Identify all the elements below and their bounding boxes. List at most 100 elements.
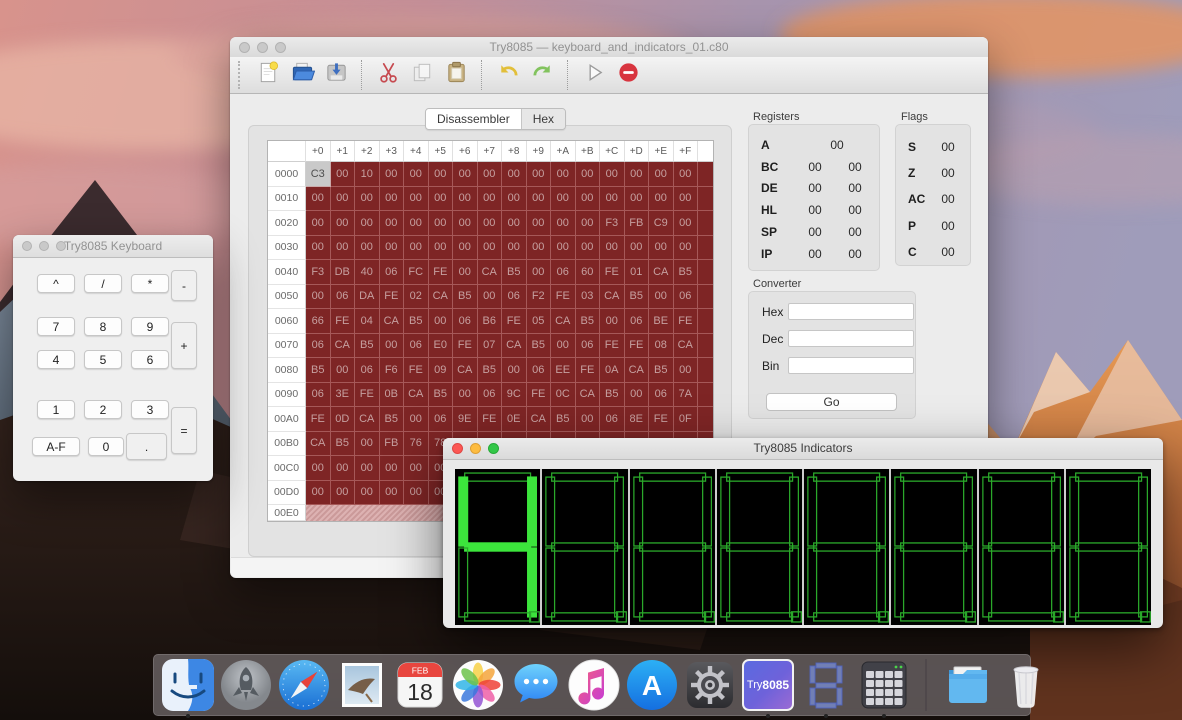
memory-cell[interactable]: FE xyxy=(380,285,405,310)
keyboard-window-titlebar[interactable]: Try8085 Keyboard xyxy=(13,235,213,258)
memory-cell[interactable]: 00 xyxy=(380,481,405,506)
memory-cell[interactable]: F2 xyxy=(527,285,552,310)
memory-cell[interactable]: 00 xyxy=(331,162,356,187)
memory-cell[interactable]: 00 xyxy=(527,260,552,285)
memory-cell[interactable]: B5 xyxy=(404,309,429,334)
memory-cell[interactable]: B5 xyxy=(576,309,601,334)
memory-cell[interactable]: 00 xyxy=(331,211,356,236)
keyboard-key-x[interactable]: - xyxy=(171,270,197,301)
memory-cell[interactable]: 00 xyxy=(576,187,601,212)
dock-item-photos[interactable] xyxy=(452,659,504,711)
tab-disassembler[interactable]: Disassembler xyxy=(426,109,521,129)
memory-cell[interactable]: 00 xyxy=(502,358,527,383)
memory-cell[interactable]: 00 xyxy=(551,334,576,359)
memory-cell[interactable]: 00 xyxy=(551,211,576,236)
memory-cell[interactable]: FE xyxy=(404,358,429,383)
memory-cell[interactable]: 00 xyxy=(404,187,429,212)
memory-cell[interactable]: 00 xyxy=(674,211,699,236)
memory-cell[interactable]: B6 xyxy=(478,309,503,334)
memory-cell[interactable]: F3 xyxy=(600,211,625,236)
memory-cell[interactable]: FE xyxy=(600,260,625,285)
memory-cell[interactable]: B5 xyxy=(551,407,576,432)
memory-cell[interactable]: CA xyxy=(355,407,380,432)
memory-cell[interactable]: 00 xyxy=(404,456,429,481)
memory-cell[interactable]: FE xyxy=(502,309,527,334)
memory-cell[interactable]: 60 xyxy=(576,260,601,285)
memory-cell[interactable]: 0A xyxy=(600,358,625,383)
memory-cell[interactable]: 00 xyxy=(355,211,380,236)
memory-cell[interactable]: 00 xyxy=(576,236,601,261)
save-button[interactable] xyxy=(321,61,351,89)
zoom-button[interactable] xyxy=(488,443,499,454)
converter-bin-input[interactable] xyxy=(788,357,914,374)
memory-cell[interactable]: B5 xyxy=(649,358,674,383)
memory-cell[interactable]: 00 xyxy=(625,383,650,408)
memory-cell[interactable]: 00 xyxy=(502,187,527,212)
memory-cell[interactable]: 00 xyxy=(306,211,331,236)
memory-cell[interactable]: B5 xyxy=(429,383,454,408)
memory-cell[interactable]: B5 xyxy=(478,358,503,383)
memory-cell[interactable]: 00 xyxy=(551,162,576,187)
memory-cell[interactable]: 00 xyxy=(453,236,478,261)
converter-go-button[interactable]: Go xyxy=(766,393,897,411)
memory-cell[interactable]: B5 xyxy=(625,285,650,310)
memory-cell[interactable]: CA xyxy=(331,334,356,359)
memory-cell[interactable]: 06 xyxy=(649,383,674,408)
memory-cell[interactable]: 00 xyxy=(429,162,454,187)
keyboard-key-0[interactable]: 0 xyxy=(88,437,124,456)
memory-cell[interactable]: 00 xyxy=(478,236,503,261)
memory-cell[interactable]: 00 xyxy=(404,236,429,261)
memory-cell[interactable]: C9 xyxy=(649,211,674,236)
memory-cell[interactable]: CA xyxy=(649,260,674,285)
memory-cell[interactable]: 00 xyxy=(649,187,674,212)
memory-cell[interactable]: 09 xyxy=(429,358,454,383)
keyboard-key-x[interactable]: . xyxy=(126,433,167,460)
keyboard-key-x[interactable]: = xyxy=(171,407,197,454)
dock-item-system-preferences[interactable] xyxy=(684,659,736,711)
memory-cell[interactable]: 00 xyxy=(674,162,699,187)
memory-cell[interactable]: 00 xyxy=(600,187,625,212)
memory-cell[interactable]: 76 xyxy=(404,432,429,457)
memory-cell[interactable]: 00 xyxy=(527,162,552,187)
memory-cell[interactable]: 05 xyxy=(527,309,552,334)
memory-cell[interactable]: 00 xyxy=(453,260,478,285)
memory-cell[interactable]: 00 xyxy=(649,285,674,310)
dock-item-itunes[interactable] xyxy=(568,659,620,711)
memory-cell[interactable]: FE xyxy=(478,407,503,432)
zoom-button[interactable] xyxy=(56,241,66,251)
memory-cell[interactable]: B5 xyxy=(502,260,527,285)
memory-cell[interactable]: 07 xyxy=(478,334,503,359)
memory-cell[interactable]: 00 xyxy=(306,285,331,310)
dock-item-finder[interactable] xyxy=(162,659,214,711)
close-button[interactable] xyxy=(22,241,32,251)
memory-cell[interactable]: 00 xyxy=(404,162,429,187)
memory-cell[interactable]: 00 xyxy=(478,285,503,310)
memory-cell[interactable]: FE xyxy=(600,334,625,359)
memory-cell[interactable]: 06 xyxy=(576,334,601,359)
memory-cell[interactable]: 00 xyxy=(380,187,405,212)
minimize-button[interactable] xyxy=(470,443,481,454)
undo-button[interactable] xyxy=(493,61,523,89)
keyboard-key-x[interactable]: ^ xyxy=(37,274,75,293)
memory-cell[interactable]: 08 xyxy=(649,334,674,359)
memory-cell[interactable]: 00 xyxy=(429,187,454,212)
keyboard-key-8[interactable]: 8 xyxy=(84,317,122,336)
minimize-button[interactable] xyxy=(39,241,49,251)
keyboard-key-AxF[interactable]: A-F xyxy=(32,437,80,456)
memory-cell[interactable]: 00 xyxy=(600,236,625,261)
memory-cell[interactable]: 00 xyxy=(551,187,576,212)
memory-cell[interactable]: 00 xyxy=(331,187,356,212)
keyboard-key-6[interactable]: 6 xyxy=(131,350,169,369)
memory-cell[interactable]: DB xyxy=(331,260,356,285)
memory-cell[interactable]: B5 xyxy=(674,260,699,285)
memory-cell[interactable]: FE xyxy=(527,383,552,408)
memory-cell[interactable]: 00 xyxy=(380,456,405,481)
memory-cell[interactable]: FE xyxy=(331,309,356,334)
memory-cell[interactable]: 06 xyxy=(551,260,576,285)
memory-cell[interactable]: 00 xyxy=(355,481,380,506)
memory-cell[interactable]: FE xyxy=(649,407,674,432)
memory-cell[interactable]: FE xyxy=(551,285,576,310)
keyboard-key-7[interactable]: 7 xyxy=(37,317,75,336)
main-window-titlebar[interactable]: Try8085 — keyboard_and_indicators_01.c80 xyxy=(230,37,988,58)
memory-cell[interactable]: 06 xyxy=(429,407,454,432)
